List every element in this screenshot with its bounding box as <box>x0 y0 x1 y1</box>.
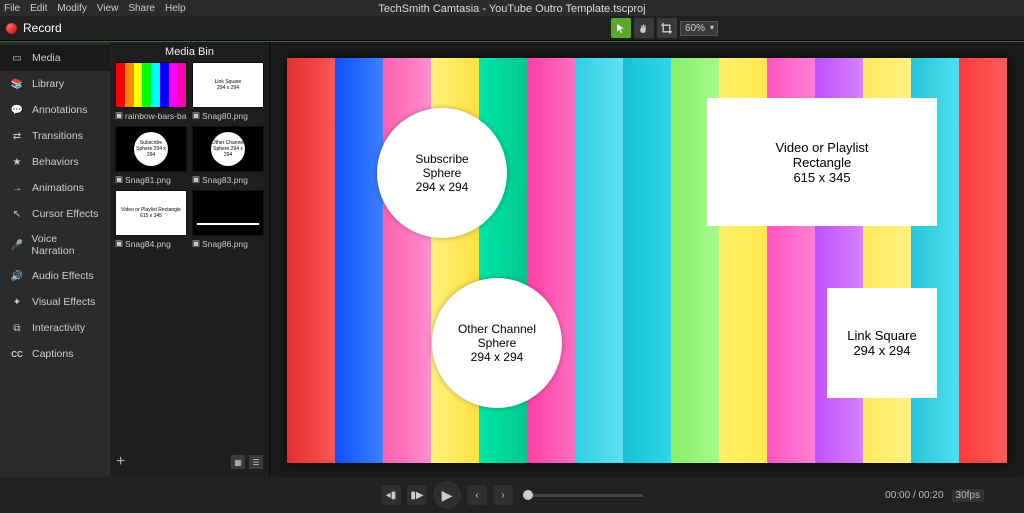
menu-modify[interactable]: Modify <box>57 3 86 14</box>
side-animations[interactable]: →Animations <box>0 175 110 201</box>
side-visual[interactable]: ✦Visual Effects <box>0 289 110 315</box>
hand-icon <box>638 23 649 34</box>
list-view-button[interactable]: ☰ <box>249 455 263 469</box>
cursor-icon: ↖ <box>10 207 24 221</box>
rainbow-thumbnail <box>116 63 186 107</box>
side-media[interactable]: ▭Media <box>0 45 110 71</box>
zoom-select[interactable]: 60% <box>680 21 718 36</box>
fps-readout: 30fps <box>952 489 984 502</box>
media-bin-panel: Media Bin ▣rainbow-bars-ba... Link Squar… <box>110 42 270 477</box>
pan-tool[interactable] <box>634 18 654 38</box>
canvas-toolbar: 60% <box>611 18 718 38</box>
pointer-icon <box>615 23 626 34</box>
side-interactivity[interactable]: ⧉Interactivity <box>0 315 110 341</box>
side-cursor[interactable]: ↖Cursor Effects <box>0 201 110 227</box>
media-item[interactable]: ▣rainbow-bars-ba... <box>115 62 187 121</box>
media-item[interactable]: ▣Snag86.png <box>192 190 264 249</box>
record-label: Record <box>23 21 62 35</box>
canvas[interactable]: Subscribe Sphere 294 x 294 Other Channel… <box>287 58 1007 463</box>
transitions-icon: ⇄ <box>10 129 24 143</box>
video-playlist-rectangle[interactable]: Video or Playlist Rectangle 615 x 345 <box>707 98 937 226</box>
menu-help[interactable]: Help <box>165 3 186 14</box>
media-icon: ▭ <box>10 51 24 65</box>
media-item[interactable]: Link Square 294 x 294 ▣Snag80.png <box>192 62 264 121</box>
menu-view[interactable]: View <box>97 3 119 14</box>
behaviors-icon: ★ <box>10 155 24 169</box>
other-channel-sphere[interactable]: Other Channel Sphere 294 x 294 <box>432 278 562 408</box>
subscribe-sphere[interactable]: Subscribe Sphere 294 x 294 <box>377 108 507 238</box>
step-fwd-button[interactable]: ‹ <box>467 485 487 505</box>
media-item[interactable]: Subscribe Sphere 294 x 294 ▣Snag81.png <box>115 126 187 185</box>
audio-icon: 🔊 <box>10 269 24 283</box>
play-button[interactable]: ▶ <box>433 481 461 509</box>
step-back-button[interactable]: ▮▶ <box>407 485 427 505</box>
canvas-area[interactable]: Subscribe Sphere 294 x 294 Other Channel… <box>270 42 1024 477</box>
side-transitions[interactable]: ⇄Transitions <box>0 123 110 149</box>
media-item[interactable]: Other Channel Sphere 294 x 294 ▣Snag83.p… <box>192 126 264 185</box>
media-bin-title: Media Bin <box>110 42 269 62</box>
image-icon: ▣ <box>192 174 200 185</box>
crop-tool[interactable] <box>657 18 677 38</box>
media-item[interactable]: Video or Playlist Rectangle 615 x 345 ▣S… <box>115 190 187 249</box>
annotations-icon: 💬 <box>10 103 24 117</box>
image-icon: ▣ <box>192 238 200 249</box>
add-media-button[interactable]: + <box>116 453 125 471</box>
captions-icon: CC <box>10 347 24 361</box>
animations-icon: → <box>10 181 24 195</box>
menu-edit[interactable]: Edit <box>30 3 47 14</box>
side-behaviors[interactable]: ★Behaviors <box>0 149 110 175</box>
scrub-track[interactable] <box>523 494 643 497</box>
menu-file[interactable]: File <box>4 3 20 14</box>
menu-bar: File Edit Modify View Share Help <box>0 0 1024 16</box>
side-voice[interactable]: 🎤Voice Narration <box>0 227 110 263</box>
voice-icon: 🎤 <box>10 238 23 252</box>
prev-frame-button[interactable]: ◂▮ <box>381 485 401 505</box>
next-frame-button[interactable]: › <box>493 485 513 505</box>
record-icon <box>6 23 17 34</box>
image-icon: ▣ <box>192 110 200 121</box>
grid-view-button[interactable]: ▦ <box>231 455 245 469</box>
time-readout: 00:00 / 00:20 <box>885 490 943 501</box>
image-icon: ▣ <box>115 238 123 249</box>
library-icon: 📚 <box>10 77 24 91</box>
side-annotations[interactable]: 💬Annotations <box>0 97 110 123</box>
link-square[interactable]: Link Square 294 x 294 <box>827 288 937 398</box>
image-icon: ▣ <box>115 110 123 121</box>
playback-bar: ◂▮ ▮▶ ▶ ‹ › 00:00 / 00:20 30fps <box>0 477 1024 513</box>
menu-share[interactable]: Share <box>128 3 155 14</box>
select-tool[interactable] <box>611 18 631 38</box>
side-nav: ▭Media 📚Library 💬Annotations ⇄Transition… <box>0 42 110 477</box>
visual-icon: ✦ <box>10 295 24 309</box>
record-button[interactable]: Record <box>6 21 62 35</box>
side-captions[interactable]: CCCaptions <box>0 341 110 367</box>
crop-icon <box>661 23 672 34</box>
image-icon: ▣ <box>115 174 123 185</box>
side-audio[interactable]: 🔊Audio Effects <box>0 263 110 289</box>
interactivity-icon: ⧉ <box>10 321 24 335</box>
side-library[interactable]: 📚Library <box>0 71 110 97</box>
